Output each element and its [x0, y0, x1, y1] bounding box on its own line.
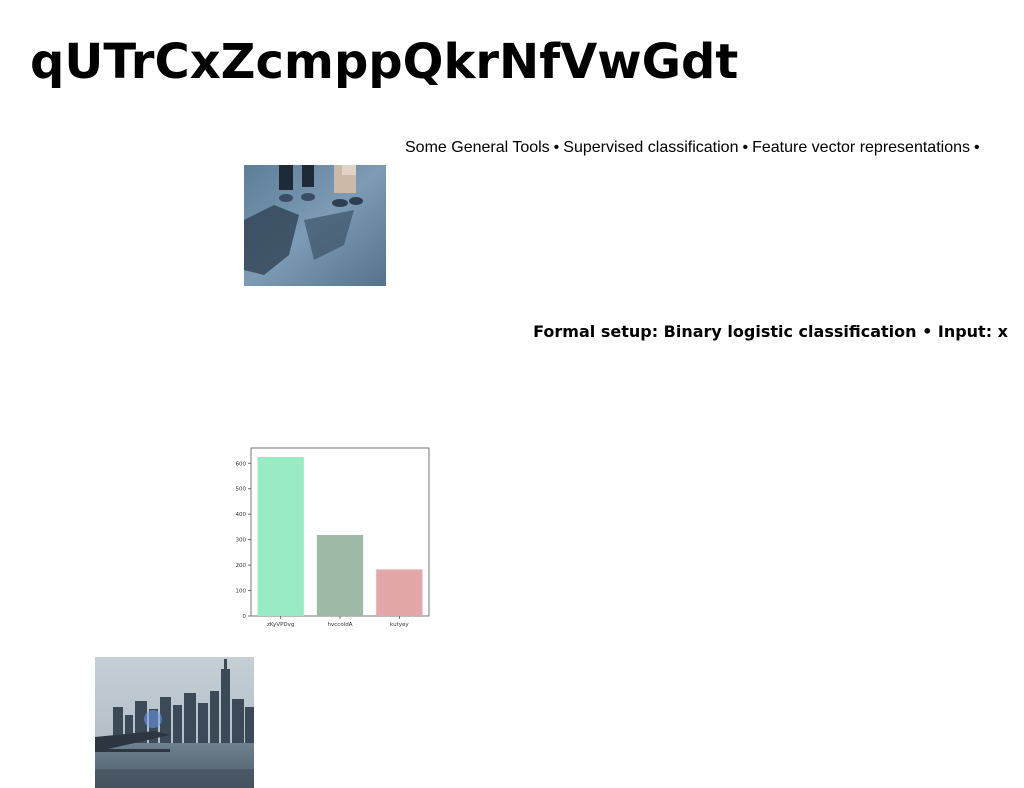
- topic-item: Supervised classification: [563, 139, 739, 156]
- bar-hvccoldA: [316, 535, 364, 616]
- y-tick-label: 600: [236, 461, 247, 467]
- bar-chart: 0 100 200 300 400 500 600 zKyVPDvg hvccoldA kutye…: [225, 440, 440, 635]
- y-tick-label: 0: [243, 614, 247, 620]
- y-tick-label: 500: [236, 487, 247, 493]
- x-tick-label: zKyVPDvg: [267, 622, 294, 628]
- bar-chart-svg: 0 100 200 300 400 500 600 zKyVPDvg hvccoldA kutye…: [236, 447, 430, 628]
- x-tick-label: hvccoldA: [328, 622, 353, 628]
- bar-kutyey: [376, 569, 423, 616]
- bullet-separator: •: [973, 139, 980, 156]
- bullet-separator: •: [553, 139, 560, 156]
- page-title: qUTrCxZcmppQkrNfVwGdt: [30, 34, 739, 90]
- formal-setup-line: Formal setup: Binary logistic classifica…: [533, 322, 1008, 341]
- y-tick-label: 100: [236, 589, 247, 595]
- y-tick-label: 400: [236, 512, 247, 518]
- bullet-separator: •: [742, 139, 749, 156]
- feet-and-shadows-photo: [244, 165, 386, 286]
- topic-list: Some General Tools • Supervised classifica…: [405, 138, 984, 158]
- city-skyline-photo: [95, 657, 254, 788]
- bar-zKyVPDvg: [257, 456, 304, 616]
- y-tick-label: 300: [236, 538, 247, 544]
- x-tick-label: kutyey: [390, 622, 409, 628]
- y-tick-label: 200: [236, 563, 247, 569]
- topic-item: Some General Tools: [405, 139, 550, 156]
- topic-item: Feature vector representations: [752, 139, 970, 156]
